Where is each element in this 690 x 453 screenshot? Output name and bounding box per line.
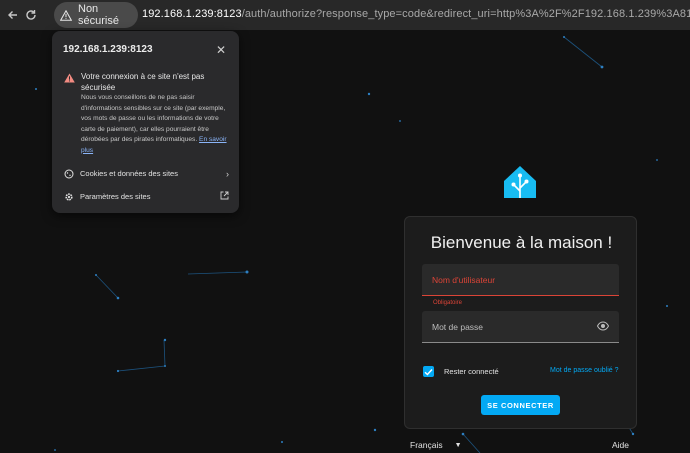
language-label: Français [410,440,443,450]
close-icon[interactable]: ✕ [216,43,226,57]
home-assistant-logo-icon [504,166,536,198]
url-path: /auth/authorize?response_type=code&redir… [241,8,690,20]
login-card: Bienvenue à la maison ! Nom d'utilisateu… [404,216,637,429]
warning-heading: Votre connexion à ce site n'est pas sécu… [81,72,205,92]
external-link-icon [220,191,229,202]
checkmark-icon [424,368,433,375]
remember-label: Rester connecté [444,367,499,376]
login-button[interactable]: SE CONNECTER [481,395,560,415]
forgot-password-link[interactable]: Mot de passe oublié ? [550,367,619,374]
gear-icon [63,191,74,202]
security-chip[interactable]: Non sécurisé [54,2,138,28]
help-link[interactable]: Aide [612,440,629,450]
username-helper-text: Obligatoire [433,300,463,306]
caret-down-icon: ▼ [454,441,462,449]
url-host: 192.168.1.239:8123 [142,8,242,20]
username-field[interactable]: Nom d'utilisateur [422,264,619,296]
language-select[interactable]: Français ▼ [410,440,462,450]
warning-triangle-icon [64,73,75,83]
security-label: Non sécurisé [78,3,119,27]
remember-checkbox[interactable] [423,366,434,377]
address-bar[interactable]: 192.168.1.239:8123/auth/authorize?respon… [142,8,690,20]
reload-icon[interactable] [20,4,42,26]
username-placeholder: Nom d'utilisateur [432,275,496,285]
cookies-label: Cookies et données des sites [80,169,178,178]
eye-icon[interactable] [597,321,609,331]
chevron-right-icon: › [226,168,229,179]
login-title: Bienvenue à la maison ! [430,233,613,252]
password-field[interactable]: Mot de passe [422,311,619,343]
warning-body: Nous vous conseillons de ne pas saisir d… [81,93,233,156]
site-settings-label: Paramètres des sites [80,192,151,201]
popup-title: 192.168.1.239:8123 [63,44,153,55]
password-placeholder: Mot de passe [432,322,484,332]
site-info-popup: 192.168.1.239:8123 ✕ Votre connexion à c… [52,31,239,213]
browser-toolbar: Non sécurisé 192.168.1.239:8123/auth/aut… [0,0,690,30]
cookies-row[interactable]: Cookies et données des sites › [63,168,229,179]
cookie-icon [63,168,74,179]
warning-triangle-icon [60,9,72,21]
site-settings-row[interactable]: Paramètres des sites [63,191,229,202]
